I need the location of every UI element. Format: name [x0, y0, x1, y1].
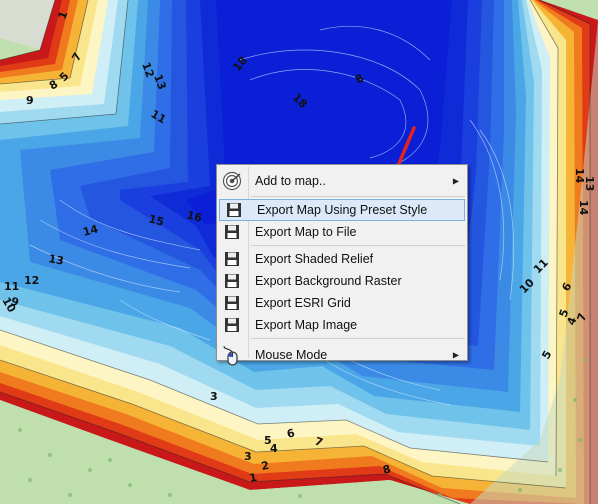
contour-label: 3	[244, 450, 252, 463]
menu-item-add-to-map[interactable]: Add to map.. ▶	[217, 167, 467, 194]
submenu-arrow-icon: ▶	[452, 350, 459, 359]
contour-label: 13	[47, 252, 64, 267]
contour-label: 13	[583, 176, 596, 191]
menu-item-export-preset-style[interactable]: Export Map Using Preset Style	[219, 199, 465, 221]
menu-item-label: Mouse Mode	[255, 347, 328, 362]
floppy-disk-icon	[217, 292, 247, 314]
menu-item-label: Export Background Raster	[255, 274, 402, 288]
floppy-disk-icon	[217, 314, 247, 336]
contour-label: 14	[577, 200, 590, 216]
map-window[interactable]: 1 7 5 8 9 12 13 11 15 16 14 13 12 11 10 …	[0, 0, 598, 504]
floppy-disk-icon	[217, 221, 247, 243]
target-icon	[217, 170, 247, 192]
menu-item-export-shaded-relief[interactable]: Export Shaded Relief	[217, 248, 467, 270]
menu-item-label: Export Map to File	[255, 225, 357, 239]
menu-item-label: Export Map Using Preset Style	[257, 203, 428, 217]
floppy-disk-icon	[217, 270, 247, 292]
floppy-disk-icon	[219, 199, 249, 221]
menu-separator	[251, 196, 465, 197]
menu-item-export-map-image[interactable]: Export Map Image	[217, 314, 467, 336]
mouse-icon	[217, 344, 247, 366]
menu-item-label: Add to map..	[255, 173, 326, 188]
floppy-disk-icon	[217, 248, 247, 270]
menu-item-label: Export Map Image	[255, 318, 358, 332]
menu-item-export-map-to-file[interactable]: Export Map to File	[217, 221, 467, 243]
contour-label: 11	[4, 280, 19, 293]
context-menu: Add to map.. ▶ Export Map Using Preset S…	[216, 164, 468, 366]
menu-item-label: Export ESRI Grid	[255, 296, 351, 310]
contour-label: 4	[270, 442, 278, 455]
contour-label: 12	[24, 274, 39, 287]
submenu-arrow-icon: ▶	[452, 176, 459, 185]
menu-item-export-background-raster[interactable]: Export Background Raster	[217, 270, 467, 292]
menu-item-label: Export Shaded Relief	[255, 252, 374, 266]
contour-label: 9	[26, 94, 34, 107]
menu-separator	[251, 338, 465, 339]
menu-item-mouse-mode[interactable]: Mouse Mode ▶	[217, 341, 467, 368]
menu-item-export-esri-grid[interactable]: Export ESRI Grid	[217, 292, 467, 314]
menu-separator	[251, 245, 465, 246]
contour-label: 3	[210, 390, 218, 403]
